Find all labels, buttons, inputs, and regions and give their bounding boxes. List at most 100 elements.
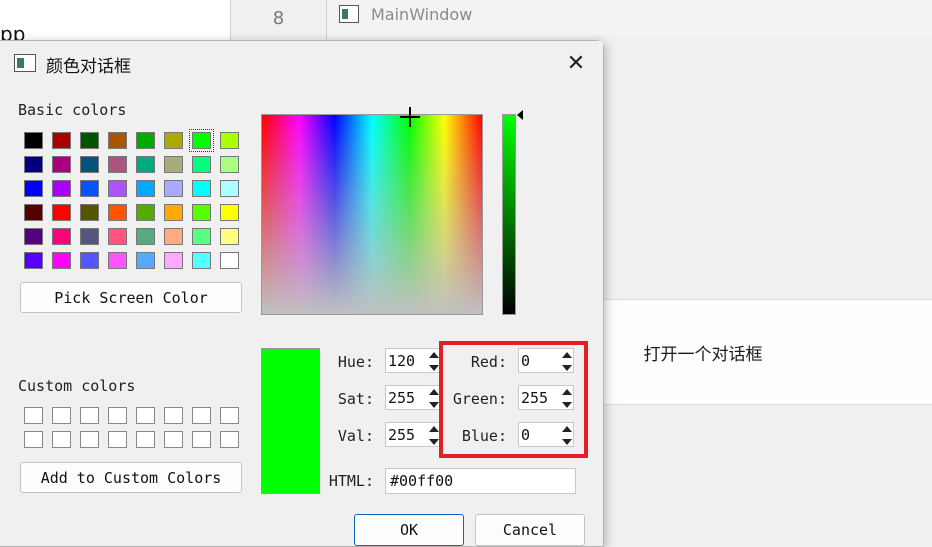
- custom-color-swatch[interactable]: [24, 431, 43, 448]
- basic-color-swatch[interactable]: [136, 228, 155, 245]
- basic-color-swatch[interactable]: [220, 252, 239, 269]
- basic-color-swatch[interactable]: [24, 228, 43, 245]
- basic-color-swatch[interactable]: [220, 204, 239, 221]
- basic-color-swatch[interactable]: [24, 132, 43, 149]
- basic-color-swatch[interactable]: [192, 204, 211, 221]
- basic-color-swatch[interactable]: [108, 180, 127, 197]
- basic-color-swatch[interactable]: [164, 204, 183, 221]
- basic-color-swatch[interactable]: [24, 156, 43, 173]
- spin-up-icon[interactable]: [429, 389, 439, 395]
- hue-spinbox[interactable]: 120: [385, 348, 441, 373]
- red-value[interactable]: 0: [521, 352, 530, 370]
- custom-color-swatch[interactable]: [108, 431, 127, 448]
- spectrum-crosshair-cursor[interactable]: [400, 107, 420, 127]
- custom-color-swatch[interactable]: [24, 407, 43, 424]
- basic-color-swatch[interactable]: [52, 132, 71, 149]
- basic-color-swatch[interactable]: [52, 156, 71, 173]
- basic-color-swatch[interactable]: [108, 132, 127, 149]
- basic-color-swatch[interactable]: [108, 156, 127, 173]
- spin-down-icon[interactable]: [429, 365, 439, 371]
- basic-color-swatch[interactable]: [136, 156, 155, 173]
- basic-color-swatch[interactable]: [52, 204, 71, 221]
- spin-up-icon[interactable]: [429, 352, 439, 358]
- basic-color-swatch[interactable]: [24, 180, 43, 197]
- spin-down-icon[interactable]: [429, 439, 439, 445]
- basic-color-swatch[interactable]: [220, 132, 239, 149]
- spin-up-icon[interactable]: [562, 426, 572, 432]
- hue-saturation-spectrum[interactable]: [261, 107, 483, 315]
- sat-spinbox[interactable]: 255: [385, 385, 441, 410]
- custom-color-swatch[interactable]: [136, 431, 155, 448]
- basic-color-swatch[interactable]: [24, 252, 43, 269]
- custom-color-swatch[interactable]: [164, 431, 183, 448]
- custom-color-swatch[interactable]: [192, 431, 211, 448]
- basic-color-swatch[interactable]: [52, 180, 71, 197]
- dialog-titlebar[interactable]: 颜色对话框 ✕: [0, 41, 603, 83]
- basic-color-swatch[interactable]: [108, 204, 127, 221]
- custom-color-swatch[interactable]: [136, 407, 155, 424]
- spin-down-icon[interactable]: [429, 402, 439, 408]
- close-button[interactable]: ✕: [556, 49, 596, 77]
- basic-color-swatch[interactable]: [80, 132, 99, 149]
- blue-value[interactable]: 0: [521, 426, 530, 444]
- custom-color-swatch[interactable]: [164, 407, 183, 424]
- basic-color-swatch[interactable]: [164, 132, 183, 149]
- basic-color-swatch[interactable]: [164, 180, 183, 197]
- hue-value[interactable]: 120: [388, 352, 415, 370]
- basic-color-swatch[interactable]: [164, 228, 183, 245]
- custom-color-swatch[interactable]: [52, 407, 71, 424]
- val-spinbox[interactable]: 255: [385, 422, 441, 447]
- val-value[interactable]: 255: [388, 426, 415, 444]
- basic-color-swatch[interactable]: [52, 252, 71, 269]
- cancel-button[interactable]: Cancel: [475, 514, 585, 546]
- value-slider-arrow-icon[interactable]: [517, 110, 523, 120]
- basic-color-swatch[interactable]: [136, 204, 155, 221]
- spin-up-icon[interactable]: [562, 389, 572, 395]
- custom-color-swatch[interactable]: [52, 431, 71, 448]
- basic-color-swatch[interactable]: [220, 228, 239, 245]
- spin-down-icon[interactable]: [562, 365, 572, 371]
- basic-color-swatch[interactable]: [80, 180, 99, 197]
- add-to-custom-colors-button[interactable]: Add to Custom Colors: [20, 462, 242, 493]
- value-slider[interactable]: [502, 114, 516, 315]
- sat-value[interactable]: 255: [388, 389, 415, 407]
- basic-color-swatch[interactable]: [80, 156, 99, 173]
- basic-color-swatch[interactable]: [192, 252, 211, 269]
- basic-color-swatch[interactable]: [220, 180, 239, 197]
- basic-color-swatch[interactable]: [164, 156, 183, 173]
- html-hex-input[interactable]: #00ff00: [385, 468, 576, 494]
- basic-color-swatch[interactable]: [192, 156, 211, 173]
- basic-color-swatch[interactable]: [164, 252, 183, 269]
- basic-color-swatch[interactable]: [80, 204, 99, 221]
- red-spinbox[interactable]: 0: [518, 348, 574, 373]
- basic-color-swatch[interactable]: [136, 132, 155, 149]
- basic-color-swatch[interactable]: [108, 252, 127, 269]
- basic-color-swatch[interactable]: [136, 180, 155, 197]
- open-dialog-button[interactable]: 打开一个对话框: [603, 299, 932, 405]
- custom-color-swatch[interactable]: [108, 407, 127, 424]
- basic-color-swatch[interactable]: [52, 228, 71, 245]
- custom-color-swatch[interactable]: [80, 407, 99, 424]
- custom-color-swatch[interactable]: [80, 431, 99, 448]
- custom-color-swatch[interactable]: [220, 431, 239, 448]
- green-value[interactable]: 255: [521, 389, 548, 407]
- pick-screen-color-button[interactable]: Pick Screen Color: [20, 282, 242, 313]
- basic-color-swatch[interactable]: [80, 252, 99, 269]
- basic-color-swatch[interactable]: [108, 228, 127, 245]
- basic-color-swatch[interactable]: [24, 204, 43, 221]
- basic-color-swatch[interactable]: [192, 180, 211, 197]
- basic-color-swatch[interactable]: [192, 228, 211, 245]
- basic-color-swatch[interactable]: [136, 252, 155, 269]
- green-spinbox[interactable]: 255: [518, 385, 574, 410]
- custom-color-swatch[interactable]: [220, 407, 239, 424]
- spin-up-icon[interactable]: [562, 352, 572, 358]
- basic-color-swatch[interactable]: [220, 156, 239, 173]
- spin-down-icon[interactable]: [562, 439, 572, 445]
- custom-color-swatch[interactable]: [192, 407, 211, 424]
- basic-color-swatch[interactable]: [189, 129, 214, 152]
- ok-button[interactable]: OK: [354, 514, 464, 546]
- spin-down-icon[interactable]: [562, 402, 572, 408]
- spin-up-icon[interactable]: [429, 426, 439, 432]
- basic-color-swatch[interactable]: [80, 228, 99, 245]
- blue-spinbox[interactable]: 0: [518, 422, 574, 447]
